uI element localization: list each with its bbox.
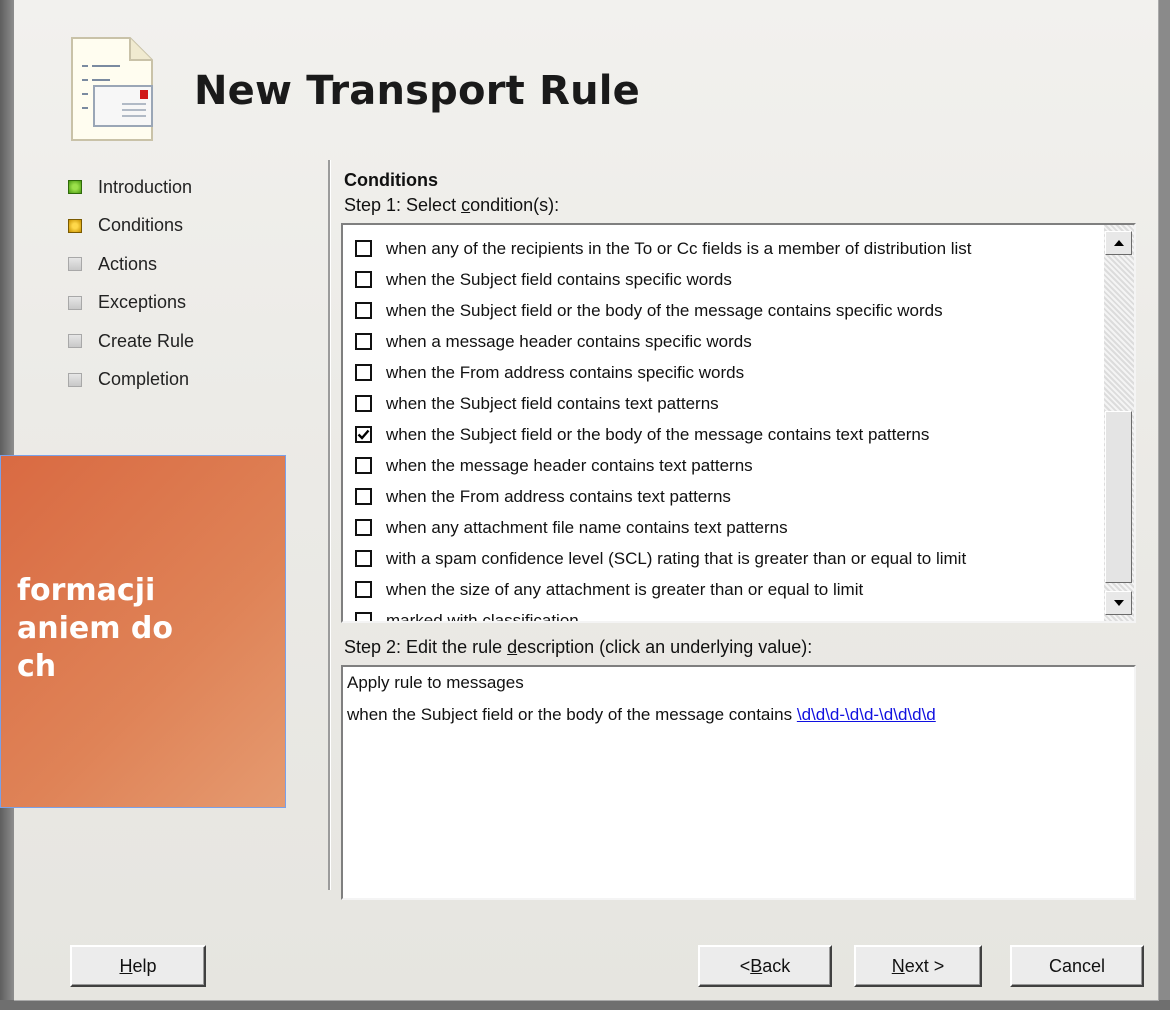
checkbox[interactable] — [355, 457, 372, 474]
back-button[interactable]: < Back — [698, 945, 832, 987]
text-pattern-link[interactable]: \d\d\d-\d\d-\d\d\d\d — [797, 705, 936, 724]
condition-label: when the size of any attachment is great… — [386, 579, 864, 599]
background-right-edge — [1158, 0, 1170, 1010]
condition-item[interactable]: when any of the recipients in the To or … — [355, 233, 1095, 264]
wizard-step-completion: Completion — [68, 361, 194, 400]
condition-item[interactable]: with a spam confidence level (SCL) ratin… — [355, 543, 1095, 574]
scroll-thumb[interactable] — [1105, 411, 1132, 583]
conditions-listbox[interactable]: when any of the recipients in the To or … — [341, 223, 1136, 623]
conditions-scrollbar[interactable] — [1104, 225, 1134, 621]
wizard-steps-nav: Introduction Conditions Actions Exceptions C… — [68, 168, 194, 399]
condition-item[interactable]: when the size of any attachment is great… — [355, 574, 1095, 605]
overlay-text-line: ch — [16, 649, 57, 684]
wizard-step-label: Actions — [98, 253, 158, 274]
wizard-step-introduction: Introduction — [68, 168, 194, 207]
step-status-icon — [68, 295, 82, 310]
page-title: New Transport Rule — [194, 68, 640, 114]
condition-item[interactable]: when the Subject field contains specific… — [355, 264, 1095, 295]
condition-label: when a message header contains specific … — [386, 331, 752, 351]
condition-label: with a spam confidence level (SCL) ratin… — [386, 548, 967, 568]
conditions-section-title: Conditions — [344, 170, 438, 190]
background-bottom-edge — [0, 1000, 1170, 1010]
condition-item[interactable]: when the Subject field or the body of th… — [355, 419, 1095, 450]
condition-item[interactable]: when the Subject field contains text pat… — [355, 388, 1095, 419]
wizard-step-actions: Actions — [68, 245, 194, 284]
cancel-button[interactable]: Cancel — [1010, 945, 1144, 987]
condition-item[interactable]: marked with classification — [355, 605, 1095, 623]
condition-item[interactable]: when any attachment file name contains t… — [355, 512, 1095, 543]
checkbox[interactable] — [355, 395, 372, 412]
wizard-step-label: Introduction — [98, 176, 193, 197]
checkbox-checked[interactable] — [355, 426, 372, 443]
condition-label: when the Subject field contains specific… — [386, 269, 732, 289]
condition-item[interactable]: when the Subject field or the body of th… — [355, 295, 1095, 326]
step-status-icon — [68, 218, 82, 233]
wizard-step-label: Create Rule — [98, 330, 195, 351]
overlay-text-line: aniem do — [16, 611, 173, 646]
step-status-icon — [68, 257, 82, 272]
checkbox[interactable] — [355, 581, 372, 598]
condition-label: when any attachment file name contains t… — [386, 517, 788, 537]
checkbox[interactable] — [355, 364, 372, 381]
vertical-divider — [328, 160, 331, 890]
checkbox[interactable] — [355, 271, 372, 288]
condition-item[interactable]: when the From address contains specific … — [355, 357, 1095, 388]
condition-label: marked with classification — [386, 610, 579, 623]
arrow-up-icon — [1113, 240, 1124, 246]
wizard-step-label: Conditions — [98, 215, 184, 236]
transport-rule-document-icon — [71, 37, 153, 141]
checkbox[interactable] — [355, 240, 372, 257]
checkbox[interactable] — [355, 488, 372, 505]
checkbox[interactable] — [355, 333, 372, 350]
scroll-down-button[interactable] — [1105, 591, 1132, 615]
checkbox[interactable] — [355, 550, 372, 567]
help-button[interactable]: Help — [70, 945, 206, 987]
condition-label: when the From address contains text patt… — [386, 486, 731, 506]
checkbox[interactable] — [355, 302, 372, 319]
overlay-text-line: formacji — [16, 573, 156, 608]
step-status-icon — [68, 334, 82, 349]
condition-label: when any of the recipients in the To or … — [386, 238, 972, 258]
condition-label: when the Subject field contains text pat… — [386, 393, 719, 413]
conditions-items: when any of the recipients in the To or … — [355, 233, 1095, 623]
condition-label: when the Subject field or the body of th… — [386, 424, 930, 444]
scroll-up-button[interactable] — [1105, 231, 1132, 255]
rule-description-line1: Apply rule to messages — [347, 673, 524, 692]
condition-item[interactable]: when the message header contains text pa… — [355, 450, 1095, 481]
condition-item[interactable]: when the From address contains text patt… — [355, 481, 1095, 512]
wizard-step-exceptions: Exceptions — [68, 284, 194, 323]
step1-label: Step 1: Select condition(s): — [344, 195, 560, 215]
overlay-text: formacji aniem do ch — [17, 572, 173, 686]
slide-overlay-callout: formacji aniem do ch — [0, 455, 286, 808]
wizard-step-conditions: Conditions — [68, 207, 194, 246]
condition-label: when the From address contains specific … — [386, 362, 745, 382]
checkbox[interactable] — [355, 612, 372, 621]
wizard-step-label: Exceptions — [98, 292, 187, 313]
condition-label: when the Subject field or the body of th… — [386, 300, 943, 320]
checkmark-icon — [357, 429, 370, 440]
step-status-icon — [68, 180, 82, 195]
step-status-icon — [68, 372, 82, 387]
rule-description-line2: when the Subject field or the body of th… — [347, 705, 936, 724]
checkbox[interactable] — [355, 519, 372, 536]
condition-item[interactable]: when a message header contains specific … — [355, 326, 1095, 357]
arrow-down-icon — [1113, 600, 1124, 606]
next-button[interactable]: Next > — [854, 945, 982, 987]
rule-description-box[interactable]: Apply rule to messages when the Subject … — [341, 665, 1136, 900]
condition-label: when the message header contains text pa… — [386, 455, 753, 475]
wizard-step-create-rule: Create Rule — [68, 322, 194, 361]
wizard-step-label: Completion — [98, 369, 190, 390]
step2-label: Step 2: Edit the rule description (click… — [344, 637, 813, 657]
